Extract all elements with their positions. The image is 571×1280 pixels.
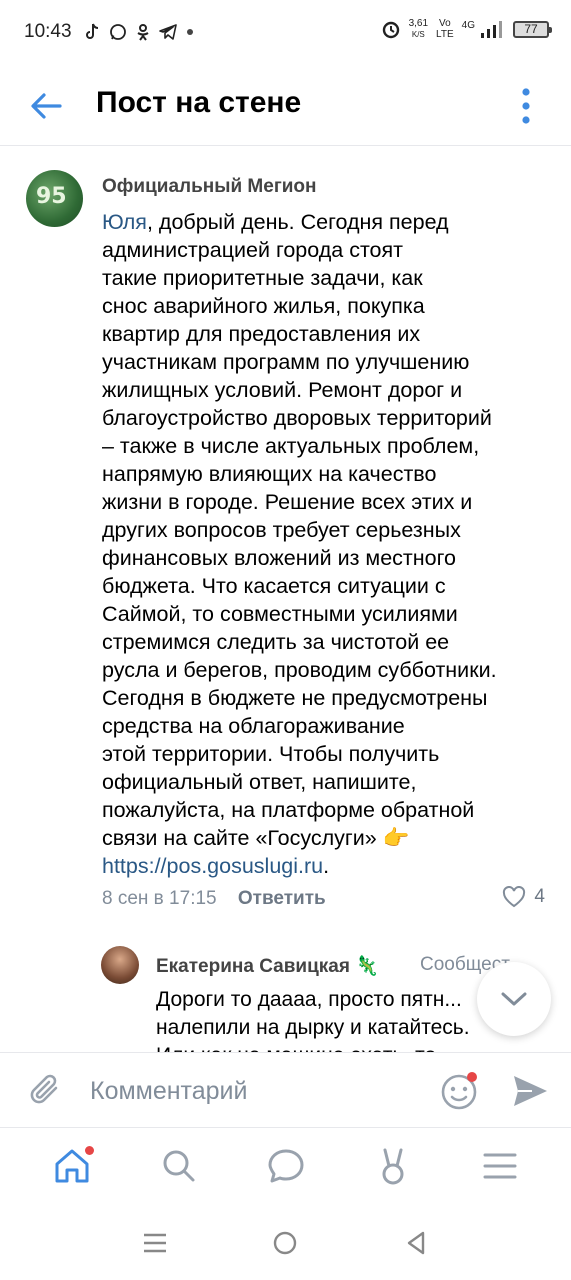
- status-right: 3,61 K/S Vo LTE 4G 77: [381, 18, 552, 40]
- back-arrow-icon[interactable]: [28, 88, 64, 124]
- search-icon: [163, 1150, 194, 1182]
- app-header: Пост на стене: [0, 64, 571, 146]
- signal-4g: 4G: [461, 19, 475, 31]
- text-line: Сегодня в бюджете не предусмотрены: [102, 686, 488, 710]
- chat-bubble-icon: [268, 1149, 303, 1183]
- comment-input[interactable]: [90, 1073, 420, 1109]
- recent-apps-button[interactable]: [135, 1223, 175, 1263]
- odnoklassniki-icon: [136, 24, 149, 41]
- home-circle-icon: [274, 1231, 297, 1255]
- nav-clips[interactable]: [369, 1142, 417, 1190]
- scroll-down-button[interactable]: [477, 962, 551, 1036]
- text-line: жизни в городе. Решение всех этих и: [102, 490, 473, 514]
- chevron-down-icon: [501, 992, 527, 1006]
- comment-text: Юля, добрый день. Сегодня перед админист…: [102, 208, 552, 880]
- more-vertical-icon[interactable]: [519, 88, 533, 124]
- battery-icon: 77: [513, 20, 552, 38]
- text-line: финансовых вложений из местного: [102, 546, 456, 570]
- text-line: администрацией города стоят: [102, 238, 403, 262]
- heart-icon: [503, 886, 526, 908]
- volte-indicator: Vo LTE: [436, 18, 454, 40]
- net-speed: 3,61 K/S: [409, 18, 428, 40]
- text-line: других вопросов требует серьезных: [102, 518, 461, 542]
- clips-bunny-icon: [382, 1148, 403, 1185]
- volte-top: Vo: [439, 18, 451, 29]
- bottom-navigation: [0, 1128, 571, 1204]
- text-line: , добрый день. Сегодня перед: [146, 210, 449, 234]
- reply-author[interactable]: Екатерина Савицкая 🦎: [156, 954, 379, 978]
- nav-home[interactable]: [48, 1142, 96, 1190]
- attach-icon[interactable]: [26, 1071, 64, 1109]
- reply-button[interactable]: Ответить: [238, 888, 326, 909]
- system-navigation: [0, 1206, 571, 1280]
- text-line: связи на сайте «Госуслуги» 👉: [102, 826, 410, 850]
- notification-dot: [84, 1146, 94, 1155]
- emoji-icon[interactable]: [440, 1071, 480, 1111]
- text-line: средства на облагораживание: [102, 714, 405, 738]
- comment-meta: 8 сен в 17:15 Ответить: [102, 888, 550, 910]
- volte-bottom: LTE: [436, 29, 454, 40]
- notification-icons: [84, 23, 194, 41]
- link-suffix: .: [323, 854, 330, 878]
- avatar[interactable]: [101, 946, 139, 984]
- nav-menu[interactable]: [476, 1142, 524, 1190]
- comment-author[interactable]: Официальный Мегион: [102, 176, 317, 198]
- back-button[interactable]: [396, 1223, 436, 1263]
- avatar-logo: 95: [36, 184, 67, 209]
- home-button[interactable]: [265, 1223, 305, 1263]
- text-line: снос аварийного жилья, покупка: [102, 294, 425, 318]
- page-title: Пост на стене: [96, 86, 302, 119]
- text-line: такие приоритетные задачи, как: [102, 266, 423, 290]
- text-line: Саймой, то совместными усилиями: [102, 602, 458, 626]
- recent-apps-icon: [144, 1233, 167, 1253]
- like-button[interactable]: 4: [502, 886, 545, 908]
- status-bar: 10:43 3,61 K/S Vo LTE 4G 77: [0, 0, 571, 64]
- telegram-icon: [158, 24, 177, 40]
- battery-level: 77: [524, 22, 538, 36]
- text-line: квартир для предоставления их: [102, 322, 421, 346]
- text-line: жилищных условий. Ремонт дорог и: [102, 378, 463, 402]
- status-time: 10:43: [24, 21, 72, 42]
- nav-search[interactable]: [155, 1142, 203, 1190]
- comment-date: 8 сен в 17:15: [102, 888, 217, 909]
- text-line: стремимся следить за чистотой ее: [102, 630, 450, 654]
- avatar[interactable]: 95: [26, 170, 83, 227]
- text-line: русла и берегов, проводим субботники.: [102, 658, 497, 682]
- text-line: – также в числе актуальных проблем,: [102, 434, 480, 458]
- text-line: участникам программ по улучшению: [102, 350, 470, 374]
- text-line: Или как на машине ехать, то...: [156, 1044, 454, 1052]
- comment-composer: [0, 1052, 571, 1128]
- signal-icon: [481, 21, 502, 38]
- hamburger-menu-icon: [483, 1153, 516, 1179]
- text-line: Дороги то даааа, просто пятн...: [156, 988, 462, 1011]
- reply-text: Дороги то даааа, просто пятн... налепили…: [156, 986, 516, 1052]
- nav-messages[interactable]: [262, 1142, 310, 1190]
- gosuslugi-link[interactable]: https://pos.gosuslugi.ru: [102, 854, 323, 878]
- text-line: пожалуйста, на платформе обратной: [102, 798, 475, 822]
- net-speed-value: 3,61: [408, 18, 429, 29]
- text-line: налепили на дырку и катайтесь.: [156, 1016, 470, 1039]
- text-line: благоустройство дворовых территорий: [102, 406, 492, 430]
- mention-link[interactable]: Юля: [102, 210, 147, 234]
- text-line: напрямую влияющих на качество: [102, 462, 437, 486]
- whatsapp-icon: [109, 24, 126, 40]
- net-speed-unit: K/S: [411, 30, 425, 39]
- tiktok-icon: [85, 23, 98, 39]
- like-count: 4: [534, 886, 545, 907]
- text-line: этой территории. Чтобы получить: [102, 742, 440, 766]
- more-notifications-dot-icon: [186, 29, 193, 35]
- text-line: бюджета. Что касается ситуации с: [102, 574, 446, 598]
- text-line: официальный ответ, напишите,: [102, 770, 417, 794]
- alarm-icon: [382, 21, 399, 39]
- send-icon[interactable]: [510, 1071, 550, 1111]
- back-triangle-icon: [407, 1231, 425, 1255]
